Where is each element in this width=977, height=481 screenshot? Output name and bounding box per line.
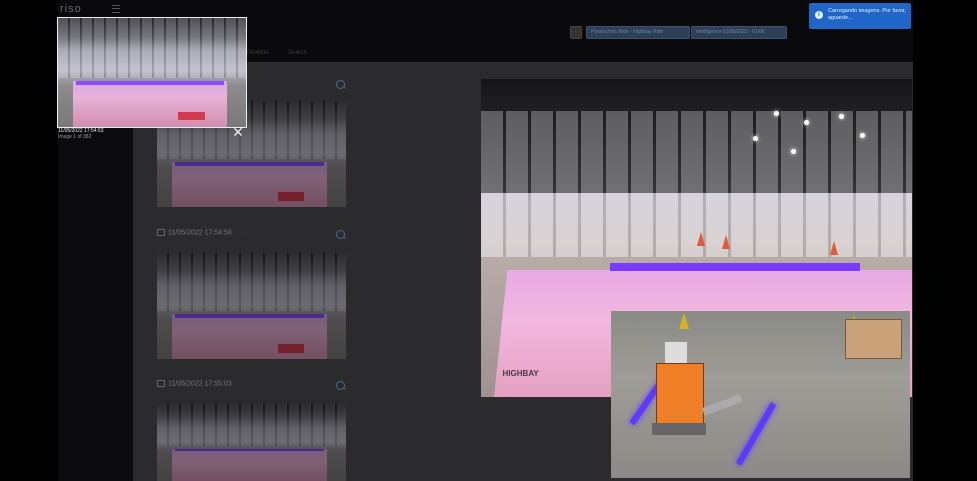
timeline-thumbnail[interactable] [157, 404, 346, 481]
timeline-timestamp: 11/05/2022 17:54:58 · · · [157, 229, 247, 239]
robot-figure [652, 341, 743, 436]
zoom-icon[interactable] [336, 381, 345, 390]
calendar-icon [157, 380, 165, 387]
close-icon[interactable]: ✕ [232, 125, 244, 139]
timestamp-text: 11/05/2022 17:54:58 [168, 229, 232, 237]
inset-robot-image[interactable] [611, 311, 910, 478]
loading-toast: i Carregando imagens. Por favor, aguarde… [809, 3, 911, 29]
filter-date-button[interactable]: Intelligence 01/05/2022 - 01/06 [691, 26, 787, 39]
tab-timeline[interactable]: Timeline [246, 50, 268, 56]
timestamp-extra: · · · [235, 380, 247, 388]
hover-preview-image [57, 17, 247, 128]
calendar-icon [157, 229, 165, 236]
tab-search[interactable]: Search [288, 50, 307, 56]
preview-caption: 11/05/2022 17:54:53 Image 1 of 382 [58, 128, 104, 140]
app-logo: riso [60, 3, 82, 15]
preview-counter: Image 1 of 382 [58, 134, 92, 140]
timeline-thumbnail[interactable] [157, 253, 346, 359]
zoom-icon[interactable] [336, 80, 345, 89]
hamburger-icon[interactable] [112, 5, 120, 13]
zoom-icon[interactable] [336, 230, 345, 239]
info-icon: i [815, 11, 823, 19]
filter-small-button[interactable]: · [570, 26, 582, 39]
timeline-timestamp: 11/05/2022 17:55:03 · · · [157, 380, 247, 390]
filter-ride-button[interactable]: Pyrotechnic Ride - Highbay Ride [586, 26, 690, 39]
timestamp-extra: · · · [235, 229, 247, 237]
wall-label: HIGHBAY [502, 368, 539, 378]
timestamp-text: 11/05/2022 17:55:03 [168, 380, 232, 388]
toast-message: Carregando imagens. Por favor, aguarde..… [828, 8, 906, 21]
subtabs: Timeline Search [246, 50, 325, 56]
